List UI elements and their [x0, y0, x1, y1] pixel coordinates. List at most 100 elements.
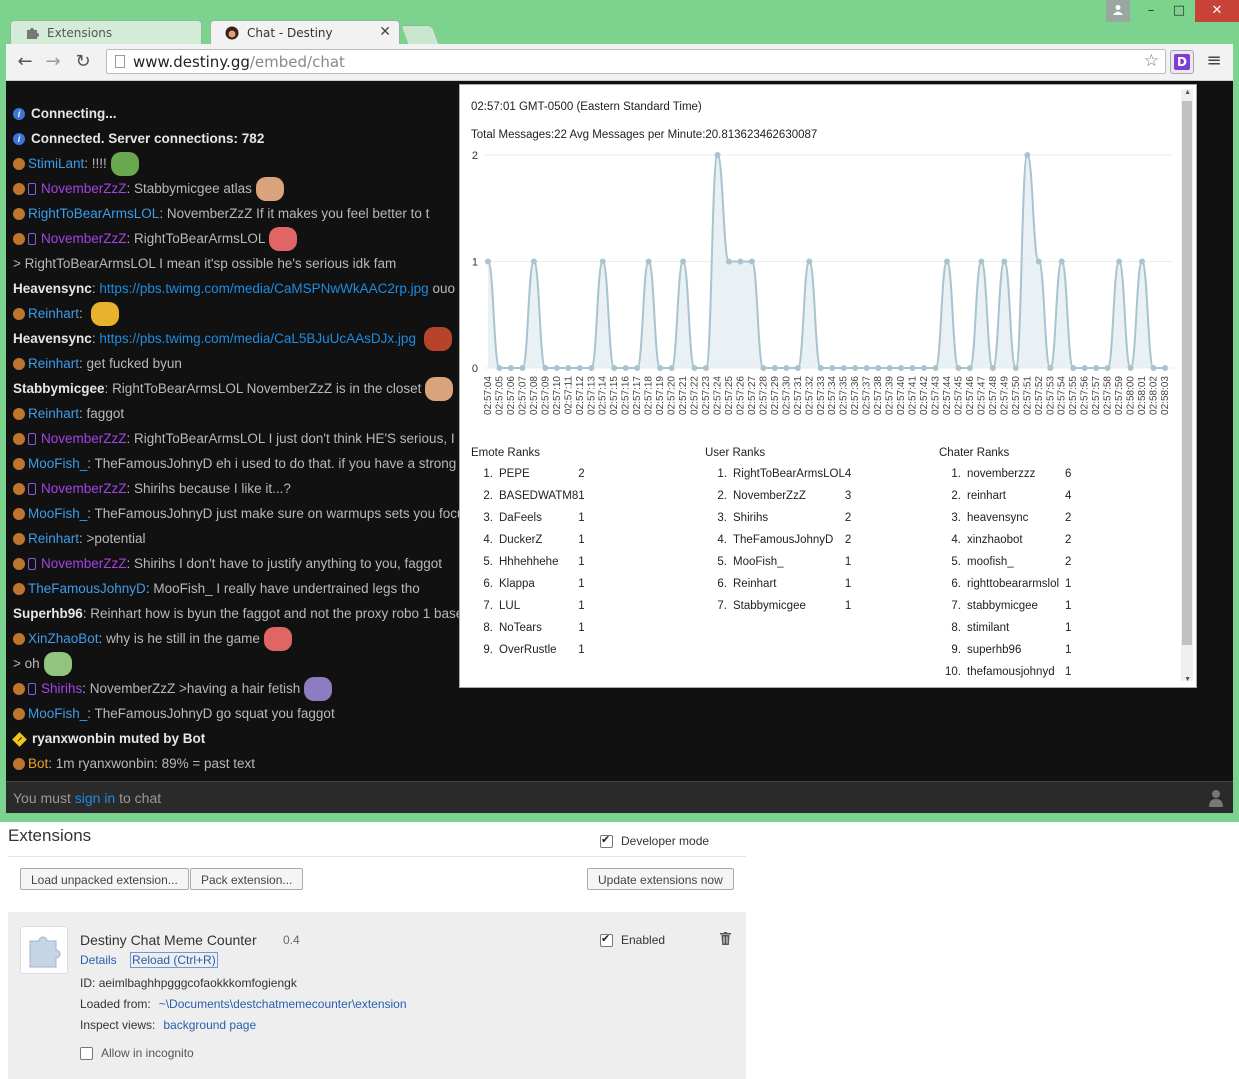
trash-icon[interactable]	[720, 932, 731, 945]
chat-link[interactable]: https://pbs.twimg.com/media/CaMSPNwWkAAC…	[99, 281, 428, 296]
rank-number: 10.	[945, 666, 961, 678]
rank-count: 1	[578, 534, 585, 546]
incognito-label: Allow in incognito	[101, 1046, 194, 1060]
user-flair-icon	[13, 483, 25, 496]
rank-name: OverRustle	[499, 644, 557, 656]
chat-message-text: NovemberZzZ >having a hair fetish	[89, 681, 301, 696]
rank-number: 9.	[951, 644, 961, 656]
rank-count: 2	[1065, 534, 1072, 546]
update-extensions-button[interactable]: Update extensions now	[587, 868, 734, 890]
chat-username[interactable]: Bot	[28, 756, 48, 771]
chat-username[interactable]: MooFish_	[28, 456, 87, 471]
data-point	[943, 258, 950, 265]
chat-username[interactable]: Heavensync	[13, 331, 92, 346]
rank-count: 2	[1065, 556, 1072, 568]
pack-extension-button[interactable]: Pack extension...	[190, 868, 304, 890]
rank-number: 5.	[951, 556, 961, 568]
chat-username[interactable]: NovemberZzZ	[41, 431, 127, 446]
close-tab-icon[interactable]: ✕	[379, 24, 391, 40]
back-icon[interactable]: ←	[14, 51, 36, 73]
data-point	[725, 258, 732, 265]
incognito-checkbox[interactable]	[80, 1047, 93, 1061]
user-flair-icon	[13, 583, 25, 596]
subscriber-flair-icon	[28, 233, 36, 246]
background-page-link[interactable]: background page	[163, 1018, 256, 1032]
profile-button[interactable]	[1106, 0, 1130, 22]
user-flair-icon	[13, 683, 25, 696]
chrome-menu-icon[interactable]: ≡	[1204, 52, 1224, 70]
x-tick-label: 02:57:59	[1114, 376, 1125, 415]
reload-icon[interactable]: ↻	[72, 51, 94, 73]
chat-username[interactable]: Reinhart	[28, 531, 79, 546]
rank-count: 1	[844, 556, 852, 568]
forward-icon[interactable]: →	[42, 51, 64, 73]
rank-row: 1. RightToBearArmsLOL 4	[705, 467, 865, 489]
data-point	[542, 365, 549, 371]
chat-username[interactable]: XinZhaoBot	[28, 631, 99, 646]
rank-number: 4.	[717, 534, 727, 546]
x-tick-label: 02:57:41	[908, 376, 919, 415]
scroll-up-icon[interactable]: ▲	[1184, 89, 1191, 96]
chat-line: ! ryanxwonbin muted by Bot	[6, 726, 1233, 751]
chat-message-text: RightToBearArmsLOL I just don't think HE…	[134, 431, 455, 446]
chat-username[interactable]: Reinhart	[28, 406, 79, 421]
extension-version: 0.4	[283, 933, 300, 947]
toolbar: ← → ↻ www.destiny.gg/embed/chat ☆ D ≡	[6, 44, 1233, 81]
x-tick-label: 02:57:27	[747, 376, 758, 415]
chat-username[interactable]: NovemberZzZ	[41, 181, 127, 196]
chat-username[interactable]: Shirihs	[41, 681, 82, 696]
chat-username[interactable]: Superhb96	[13, 606, 83, 621]
load-unpacked-button[interactable]: Load unpacked extension...	[20, 868, 189, 890]
chat-username[interactable]: TheFamousJohnyD	[28, 581, 146, 596]
details-link[interactable]: Details	[80, 953, 117, 967]
tab-extensions[interactable]: Extensions	[10, 20, 202, 44]
data-point	[611, 365, 618, 371]
chat-message-text: Stabbymicgee atlas	[134, 181, 252, 196]
scroll-down-icon[interactable]: ▼	[1184, 676, 1191, 683]
chat-message-text: NovemberZzZ If it makes you feel better …	[166, 206, 430, 221]
tab-chat-destiny[interactable]: Chat - Destiny ✕	[210, 20, 400, 44]
incognito-toggle[interactable]: Allow in incognito	[80, 1046, 194, 1061]
chat-username[interactable]: MooFish_	[28, 706, 87, 721]
sign-in-link[interactable]: sign in	[75, 790, 115, 806]
chat-username[interactable]: RightToBearArmsLOL	[28, 206, 159, 221]
rank-row: 5. MooFish_ 1	[705, 555, 865, 577]
x-tick-label: 02:57:08	[529, 376, 540, 415]
rank-number: 8.	[951, 622, 961, 634]
chat-username[interactable]: StimiLant	[28, 156, 84, 171]
chat-username[interactable]: NovemberZzZ	[41, 556, 127, 571]
maximize-button[interactable]: □	[1166, 0, 1192, 22]
data-point	[1116, 258, 1123, 265]
chat-username[interactable]: NovemberZzZ	[41, 481, 127, 496]
data-point	[599, 258, 606, 265]
chat-emote-icon	[423, 327, 452, 352]
loaded-from-link[interactable]: ~\Documents\destchatmemecounter\extensio…	[159, 997, 407, 1011]
user-icon[interactable]	[1209, 789, 1223, 807]
chat-username[interactable]: Heavensync	[13, 281, 92, 296]
enabled-toggle[interactable]: Enabled	[600, 932, 665, 948]
rank-count: 1	[578, 490, 585, 502]
chat-username[interactable]: Reinhart	[28, 356, 79, 371]
address-bar[interactable]: www.destiny.gg/embed/chat ☆	[106, 49, 1166, 74]
developer-mode-checkbox[interactable]	[600, 833, 613, 849]
chat-message-text: Shirihs I don't have to justify anything…	[134, 556, 443, 571]
rank-number: 7.	[483, 600, 493, 612]
chat-link[interactable]: https://pbs.twimg.com/media/CaL5BJuUcAAs…	[99, 331, 416, 346]
popup-scrollbar-thumb[interactable]	[1182, 101, 1192, 645]
chat-username[interactable]: Stabbymicgee	[13, 381, 105, 396]
reload-link[interactable]: Reload (Ctrl+R)	[130, 952, 218, 968]
x-tick-label: 02:57:44	[942, 376, 953, 415]
enabled-checkbox[interactable]	[600, 932, 613, 948]
chat-username[interactable]: NovemberZzZ	[41, 231, 127, 246]
close-window-button[interactable]: ✕	[1195, 0, 1239, 22]
chat-username[interactable]: Reinhart	[28, 306, 79, 321]
minimize-button[interactable]: –	[1136, 0, 1166, 22]
new-tab-button[interactable]	[400, 25, 440, 45]
chat-username[interactable]: MooFish_	[28, 506, 87, 521]
extension-puzzle-icon	[20, 926, 68, 974]
meme-counter-extension-button[interactable]: D	[1170, 50, 1194, 74]
x-tick-label: 02:57:50	[1011, 376, 1022, 415]
developer-mode-toggle[interactable]: Developer mode	[600, 833, 709, 849]
bookmark-star-icon[interactable]: ☆	[1144, 51, 1159, 71]
extension-name: Destiny Chat Meme Counter	[80, 932, 257, 948]
